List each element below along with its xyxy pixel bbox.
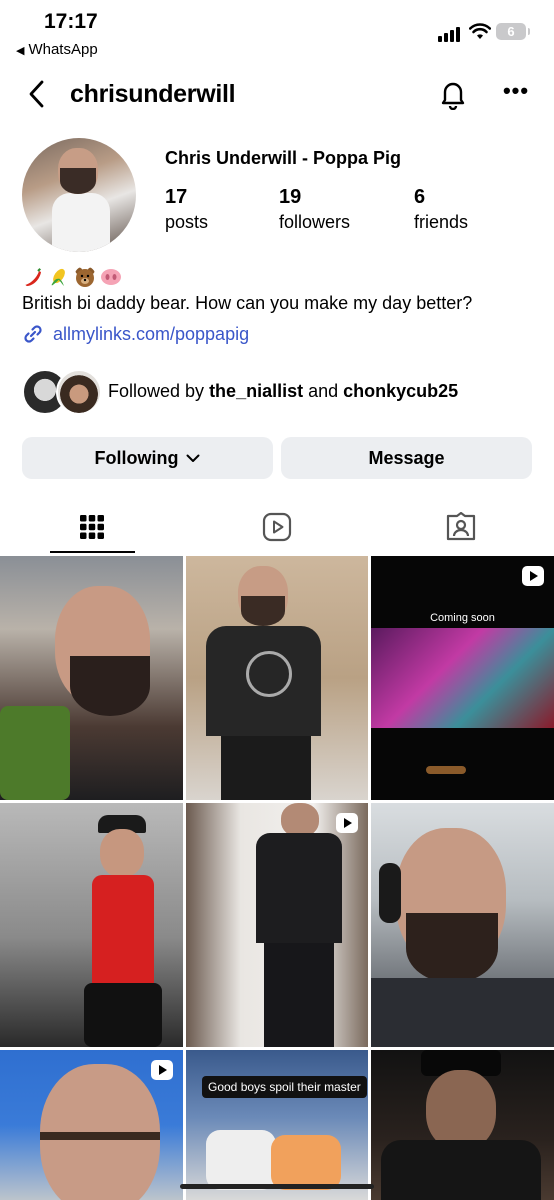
post-caption-coming-soon: Coming soon (430, 612, 495, 624)
link-icon (24, 325, 42, 343)
stat-friends[interactable]: 6 friends (414, 186, 468, 233)
avatar-figure-beard (60, 168, 96, 194)
profile-header: chrisunderwill ••• (0, 68, 554, 122)
post-thumbnail[interactable] (371, 803, 554, 1047)
bell-icon[interactable] (437, 78, 469, 110)
tab-reels[interactable] (185, 500, 369, 554)
reel-badge-icon (336, 813, 358, 833)
more-options-icon[interactable]: ••• (500, 80, 532, 106)
profile-link[interactable]: allmylinks.com/poppapig (22, 323, 249, 345)
mutual-user-2[interactable]: chonkycub25 (343, 381, 458, 401)
stat-posts[interactable]: 17 posts (165, 186, 208, 233)
back-chevron-icon[interactable] (24, 78, 52, 110)
tab-posts-grid[interactable] (0, 500, 184, 554)
signal-icon (438, 24, 464, 42)
status-bar: 17:17 ◀ WhatsApp 6 (0, 0, 554, 62)
stat-followers[interactable]: 19 followers (279, 186, 350, 233)
grid-icon (80, 515, 104, 539)
stat-followers-label: followers (279, 212, 351, 232)
followed-by-prefix: Followed by (108, 381, 210, 401)
corn-emoji (51, 268, 65, 286)
posts-grid: Coming soon Good boys spoil their master (0, 556, 554, 1200)
mutual-avatar-2[interactable] (56, 369, 102, 415)
post-thumbnail[interactable]: Good boys spoil their master (186, 1050, 368, 1200)
post-thumbnail[interactable] (371, 1050, 554, 1200)
display-name: Chris Underwill - Poppa Pig (165, 148, 402, 168)
profile-link-text: allmylinks.com/poppapig (53, 323, 250, 344)
post-thumbnail[interactable] (0, 1050, 183, 1200)
battery-indicator: 6 (496, 23, 530, 40)
chili-pepper-emoji (25, 267, 42, 287)
stat-friends-label: friends (414, 212, 469, 232)
reel-badge-icon (151, 1060, 173, 1080)
stat-friends-value: 6 (414, 186, 426, 208)
post-thumbnail[interactable]: Coming soon (371, 556, 554, 800)
profile-tabs (0, 500, 554, 554)
post-thumbnail[interactable] (186, 556, 368, 800)
home-indicator (180, 1184, 374, 1189)
stat-posts-label: posts (165, 212, 209, 232)
message-button-label: Message (368, 447, 445, 468)
back-to-app-link[interactable]: ◀ WhatsApp (16, 41, 98, 58)
post-caption-good-boys: Good boys spoil their master (202, 1076, 367, 1098)
back-app-label: WhatsApp (28, 41, 98, 58)
message-button[interactable]: Message (281, 437, 532, 479)
followed-by-row[interactable]: Followed by the_niallist and chonkycub25 (22, 369, 542, 415)
page-title-username: chrisunderwill (70, 80, 236, 108)
active-tab-indicator (50, 551, 135, 553)
bear-emoji (75, 267, 95, 287)
mutual-user-1[interactable]: the_niallist (209, 381, 303, 401)
followed-by-joiner: and (303, 381, 344, 401)
pig-nose-emoji (101, 269, 121, 285)
bio-emoji-row (22, 266, 122, 290)
back-triangle-icon: ◀ (16, 45, 25, 57)
following-button-label: Following (94, 447, 179, 468)
post-thumbnail[interactable] (0, 556, 183, 800)
followed-by-text: Followed by the_niallist and chonkycub25 (108, 381, 458, 402)
reels-icon (262, 512, 292, 542)
bio-text: British bi daddy bear. How can you make … (22, 293, 473, 313)
post-thumbnail[interactable] (0, 803, 183, 1047)
wifi-icon (469, 23, 491, 39)
reel-badge-icon (522, 566, 544, 586)
tab-tagged[interactable] (369, 500, 553, 554)
status-time: 17:17 (44, 10, 98, 33)
chevron-down-icon (186, 454, 200, 462)
avatar-figure-shirt (52, 193, 110, 252)
post-thumbnail[interactable] (186, 803, 368, 1047)
tagged-icon (446, 512, 476, 541)
following-button[interactable]: Following (22, 437, 273, 479)
stat-followers-value: 19 (279, 186, 302, 208)
profile-avatar[interactable] (22, 138, 136, 252)
stat-posts-value: 17 (165, 186, 188, 208)
